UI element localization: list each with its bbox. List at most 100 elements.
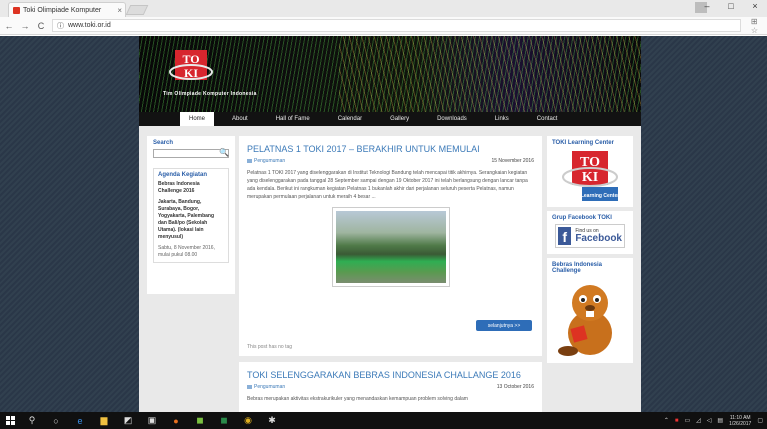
page-viewport[interactable]: TO KI Tim Olimpiade Komputer Indonesia H…: [0, 36, 767, 412]
chrome-icon[interactable]: ◉: [240, 414, 256, 427]
mail-icon[interactable]: ▣: [144, 414, 160, 427]
post-title-link[interactable]: PELATNAS 1 TOKI 2017 – BERAKHIR UNTUK ME…: [247, 144, 534, 154]
post-card-2: TOKI SELENGGARAKAN BEBRAS INDONESIA CHAL…: [239, 362, 542, 412]
reload-button[interactable]: C: [36, 21, 46, 31]
address-bar[interactable]: ⓘ www.toki.or.id: [51, 19, 741, 32]
notifications-icon[interactable]: ▢: [757, 417, 763, 424]
network-icon[interactable]: ◿: [696, 417, 701, 424]
post-meta-2: Pengumuman 13 October 2016: [247, 384, 534, 390]
extensions-star-icon[interactable]: ⊞ ☆: [751, 17, 767, 35]
firefox-icon[interactable]: ●: [168, 414, 184, 427]
page-info-icon[interactable]: ⓘ: [57, 21, 64, 31]
tab-strip: Toki Olimpiade Komputer × – □ ×: [0, 0, 767, 17]
agenda-heading: Agenda Kegiatan: [158, 172, 208, 178]
menu-gallery[interactable]: Gallery: [376, 112, 423, 126]
settings-icon[interactable]: ✱: [264, 414, 280, 427]
post-category[interactable]: Pengumuman: [247, 158, 285, 164]
menu-calendar[interactable]: Calendar: [324, 112, 376, 126]
search-icon[interactable]: ⚲: [24, 414, 40, 427]
excel-icon[interactable]: ◼: [216, 414, 232, 427]
post-photo[interactable]: [331, 207, 450, 287]
bebras-heading: Bebras Indonesia Challenge: [552, 262, 603, 274]
windows-icon: [5, 416, 15, 425]
folder-icon: [247, 159, 252, 163]
keyboard-icon[interactable]: ▤: [717, 417, 723, 424]
tray-app-icon[interactable]: ■: [675, 418, 679, 424]
folder-icon: [247, 385, 252, 389]
search-heading: Search: [153, 140, 174, 146]
bebras-widget: Bebras Indonesia Challenge: [547, 258, 633, 363]
task-view-icon[interactable]: ○: [48, 414, 64, 427]
menu-links[interactable]: Links: [481, 112, 523, 126]
fb-heading: Grup Facebook TOKI: [552, 215, 612, 221]
store-icon[interactable]: ◩: [120, 414, 136, 427]
right-sidebar: TOKI Learning Center TO KI Learning Cent…: [547, 136, 633, 412]
facebook-icon: f: [558, 227, 572, 245]
tlc-heading: TOKI Learning Center: [552, 140, 614, 146]
window-controls: – □ ×: [699, 1, 763, 11]
favicon-icon: [13, 6, 20, 14]
menu-about[interactable]: About: [218, 112, 262, 126]
post-date-2: 13 October 2016: [496, 384, 534, 390]
toki-learning-center-logo[interactable]: TO KI Learning Center: [560, 149, 620, 203]
taskbar-clock[interactable]: 11:10 AM 1/26/2017: [729, 415, 751, 427]
menu-home[interactable]: Home: [180, 112, 215, 126]
battery-icon[interactable]: ▭: [684, 417, 690, 424]
content-area: Search 🔍 Agenda Kegiatan Bebras Indonesi…: [139, 126, 641, 412]
minimize-button[interactable]: –: [699, 1, 715, 11]
tray-arrow-icon[interactable]: ⌃: [664, 417, 669, 424]
windows-taskbar: ⚲ ○ e ▆ ◩ ▣ ● ◼ ◼ ◉ ✱ ⌃ ■ ▭ ◿ ◁ ▤ 11:10 …: [0, 412, 767, 429]
start-button[interactable]: [0, 412, 20, 429]
post-category-2[interactable]: Pengumuman: [247, 384, 285, 390]
left-sidebar: Search 🔍 Agenda Kegiatan Bebras Indonesi…: [147, 136, 235, 294]
tab-title: Toki Olimpiade Komputer: [23, 6, 102, 14]
volume-icon[interactable]: ◁: [707, 417, 712, 424]
post-title-link-2[interactable]: TOKI SELENGGARAKAN BEBRAS INDONESIA CHAL…: [247, 370, 534, 380]
site-name: Tim Olimpiade Komputer Indonesia: [163, 91, 257, 97]
agenda-date: Sabtu, 8 November 2016, mulai pukul 08.0…: [158, 245, 215, 258]
post-tags-note: This post has no tag: [247, 344, 293, 350]
facebook-badge[interactable]: f Find us on Facebook: [555, 224, 625, 248]
clock-date: 1/26/2017: [729, 420, 752, 427]
new-tab-button[interactable]: [125, 5, 149, 15]
svg-text:TO: TO: [580, 155, 600, 170]
group-photo-image: [335, 211, 446, 283]
category-label-2[interactable]: Pengumuman: [254, 384, 285, 390]
agenda-widget: Agenda Kegiatan Bebras Indonesia Challen…: [153, 168, 229, 263]
site-header: TO KI Tim Olimpiade Komputer Indonesia: [139, 36, 641, 112]
back-button[interactable]: ←: [4, 21, 14, 31]
post-excerpt-2: Bebras merupakan aktivitas ekstrakurikul…: [247, 396, 468, 402]
forward-button[interactable]: →: [20, 21, 30, 31]
browser-toolbar: ← → C ⓘ www.toki.or.id ⊞ ☆: [0, 17, 767, 35]
browser-window: Toki Olimpiade Komputer × – □ × ← → C ⓘ …: [0, 0, 767, 412]
tab-close-icon[interactable]: ×: [117, 6, 122, 15]
menu-downloads[interactable]: Downloads: [423, 112, 481, 126]
edge-icon[interactable]: e: [72, 414, 88, 427]
file-explorer-icon[interactable]: ▆: [96, 414, 112, 427]
agenda-event[interactable]: Bebras Indonesia Challenge 2016: [158, 181, 224, 195]
system-tray: ⌃ ■ ▭ ◿ ◁ ▤ 11:10 AM 1/26/2017 ▢: [664, 415, 767, 427]
maximize-button[interactable]: □: [723, 1, 739, 11]
svg-text:TO: TO: [182, 52, 199, 66]
category-label[interactable]: Pengumuman: [254, 158, 285, 164]
search-input[interactable]: 🔍: [153, 148, 229, 158]
svg-text:Learning Center: Learning Center: [581, 193, 619, 199]
close-button[interactable]: ×: [747, 1, 763, 11]
svg-text:KI: KI: [582, 170, 598, 185]
facebook-widget: Grup Facebook TOKI f Find us on Facebook: [547, 211, 633, 254]
tlc-widget: TOKI Learning Center TO KI Learning Cent…: [547, 136, 633, 207]
menu-hall-of-fame[interactable]: Hall of Fame: [262, 112, 324, 126]
post-excerpt: Pelatnas 1 TOKI 2017 yang diselenggaraka…: [247, 170, 528, 200]
search-icon[interactable]: 🔍: [219, 148, 229, 157]
svg-text:KI: KI: [184, 66, 198, 80]
app-icon[interactable]: ◼: [192, 414, 208, 427]
post-card: PELATNAS 1 TOKI 2017 – BERAKHIR UNTUK ME…: [239, 136, 542, 356]
bebras-beaver-mascot[interactable]: [554, 277, 626, 359]
toki-logo[interactable]: TO KI: [169, 48, 213, 88]
post-date: 15 November 2016: [491, 158, 534, 164]
url-text: www.toki.or.id: [67, 22, 111, 29]
read-more-button[interactable]: selanjutnya >>: [476, 320, 532, 331]
menu-contact[interactable]: Contact: [523, 112, 572, 126]
post-meta: Pengumuman 15 November 2016: [247, 158, 534, 164]
browser-tab[interactable]: Toki Olimpiade Komputer ×: [8, 2, 126, 17]
